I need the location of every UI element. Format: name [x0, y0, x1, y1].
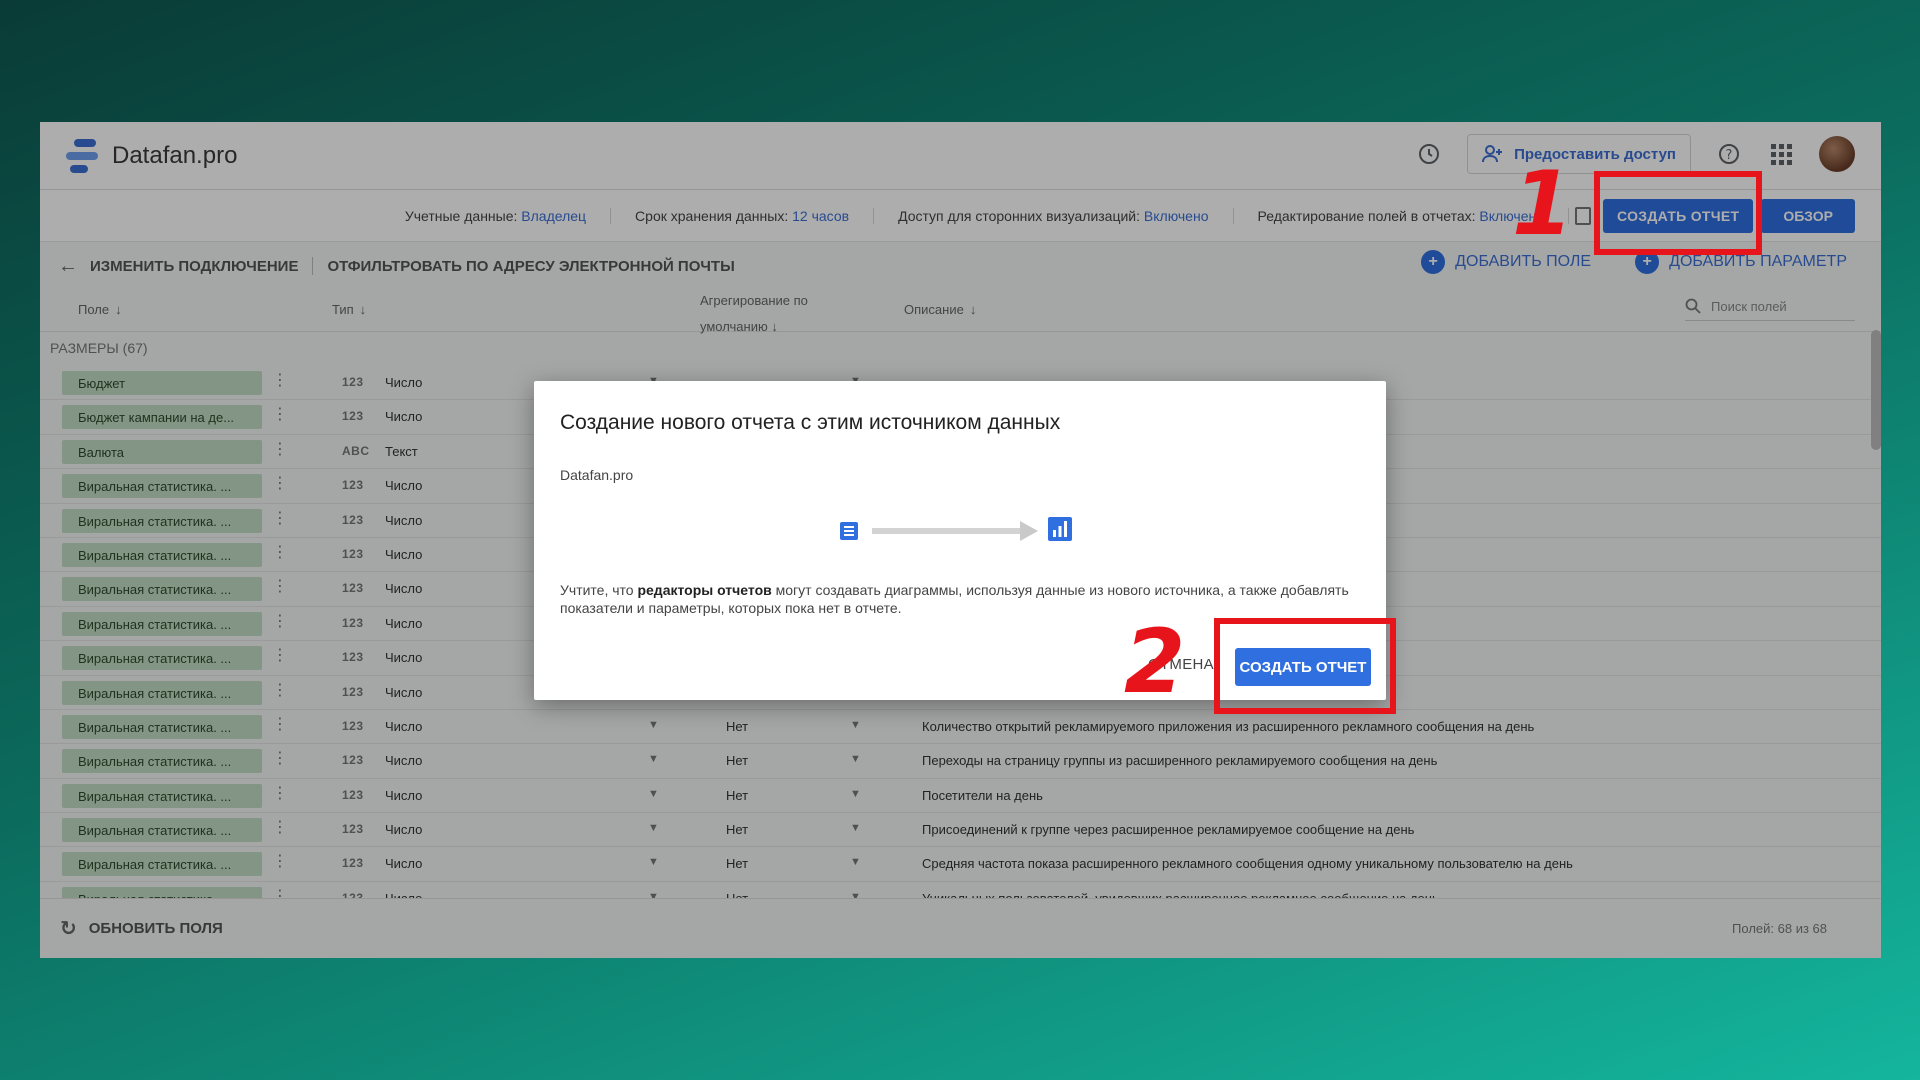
dialog-message: Учтите, что редакторы отчетов могут созд… [560, 581, 1370, 617]
dialog-title: Создание нового отчета с этим источником… [560, 411, 1061, 434]
arrow-icon [872, 521, 1038, 541]
dialog-text-bold: редакторы отчетов [637, 582, 772, 598]
report-chart-icon [1048, 517, 1072, 541]
datasource-icon [840, 522, 858, 540]
step-number-2: 2 [1124, 610, 1186, 713]
step-number-1: 1 [1512, 152, 1574, 255]
highlight-box-step2 [1214, 618, 1396, 714]
dialog-source-name: Datafan.pro [560, 467, 634, 483]
datasource-to-report-illustration [840, 509, 1080, 549]
dialog-text-prefix: Учтите, что [560, 582, 638, 598]
highlight-box-step1 [1594, 171, 1762, 255]
